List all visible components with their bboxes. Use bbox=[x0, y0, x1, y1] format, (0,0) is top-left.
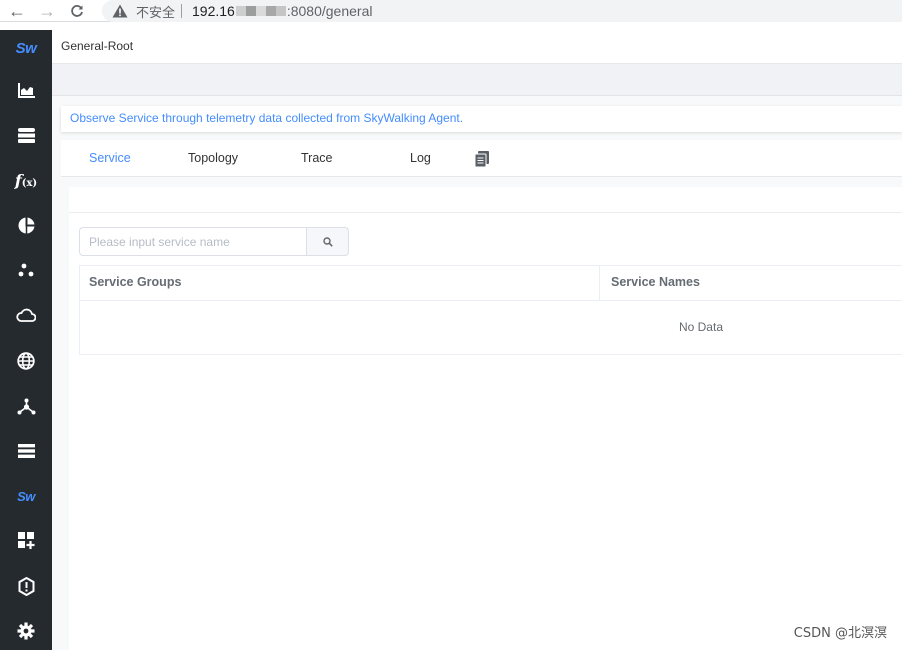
reload-icon[interactable] bbox=[62, 0, 92, 22]
settings-icon[interactable] bbox=[0, 613, 52, 649]
tab-trace[interactable]: Trace bbox=[301, 151, 333, 165]
search-icon bbox=[322, 236, 333, 247]
chart-icon[interactable] bbox=[0, 72, 52, 108]
list-icon[interactable] bbox=[0, 433, 52, 469]
dashboard-add-icon[interactable] bbox=[0, 522, 52, 558]
tab-service[interactable]: Service bbox=[89, 151, 131, 165]
empty-state: No Data bbox=[678, 320, 723, 334]
search-input[interactable] bbox=[79, 227, 306, 256]
topology-icon[interactable] bbox=[0, 388, 52, 424]
services-table: Service Groups Service Names No Data bbox=[79, 265, 902, 355]
breadcrumb[interactable]: General-Root bbox=[61, 39, 133, 53]
logo[interactable]: Sw bbox=[0, 30, 52, 66]
divider bbox=[181, 4, 183, 18]
header-bar: General-Root bbox=[52, 30, 902, 64]
database-icon[interactable] bbox=[0, 117, 52, 153]
security-status: 不安全 bbox=[136, 5, 176, 21]
dots-icon[interactable] bbox=[0, 252, 52, 288]
globe-icon[interactable] bbox=[0, 343, 52, 379]
redacted-mark bbox=[235, 6, 286, 16]
main-content: Observe Service through telemetry data c… bbox=[52, 96, 902, 650]
function-icon[interactable]: f(x) bbox=[0, 162, 52, 198]
url-host: 192.16 bbox=[192, 3, 235, 19]
arrow-right-icon[interactable]: → bbox=[32, 0, 62, 22]
column-header-service-names[interactable]: Service Names bbox=[600, 266, 902, 301]
document-icon[interactable] bbox=[474, 151, 489, 172]
panel-header bbox=[69, 187, 902, 213]
cloud-icon[interactable] bbox=[0, 297, 52, 333]
skywalking-icon[interactable]: Sw bbox=[0, 478, 52, 514]
column-header-service-groups[interactable]: Service Groups bbox=[80, 266, 600, 301]
address-bar[interactable]: 不安全 192.16 :8080/general bbox=[102, 0, 902, 22]
tab-bar: Service Topology Trace Log bbox=[61, 140, 902, 177]
arrow-left-icon[interactable]: ← bbox=[2, 0, 32, 22]
service-panel: Service Groups Service Names No Data bbox=[69, 187, 902, 650]
tab-log[interactable]: Log bbox=[410, 151, 431, 165]
watermark: CSDN @北溟溟 bbox=[793, 626, 887, 641]
tab-topology[interactable]: Topology bbox=[188, 151, 238, 165]
alert-icon[interactable] bbox=[0, 568, 52, 604]
browser-toolbar: ← → 不安全 192.16 :8080/general bbox=[0, 0, 902, 22]
search-button[interactable] bbox=[306, 227, 349, 256]
sidebar: Sw f(x) Sw bbox=[0, 30, 52, 650]
page-description: Observe Service through telemetry data c… bbox=[61, 106, 902, 132]
table-header: Service Groups Service Names bbox=[80, 266, 902, 301]
search-group bbox=[79, 227, 349, 256]
pie-chart-icon[interactable] bbox=[0, 207, 52, 243]
dashboard-toolbar bbox=[52, 64, 902, 96]
warning-icon bbox=[112, 4, 128, 18]
url-path: :8080/general bbox=[286, 3, 373, 19]
